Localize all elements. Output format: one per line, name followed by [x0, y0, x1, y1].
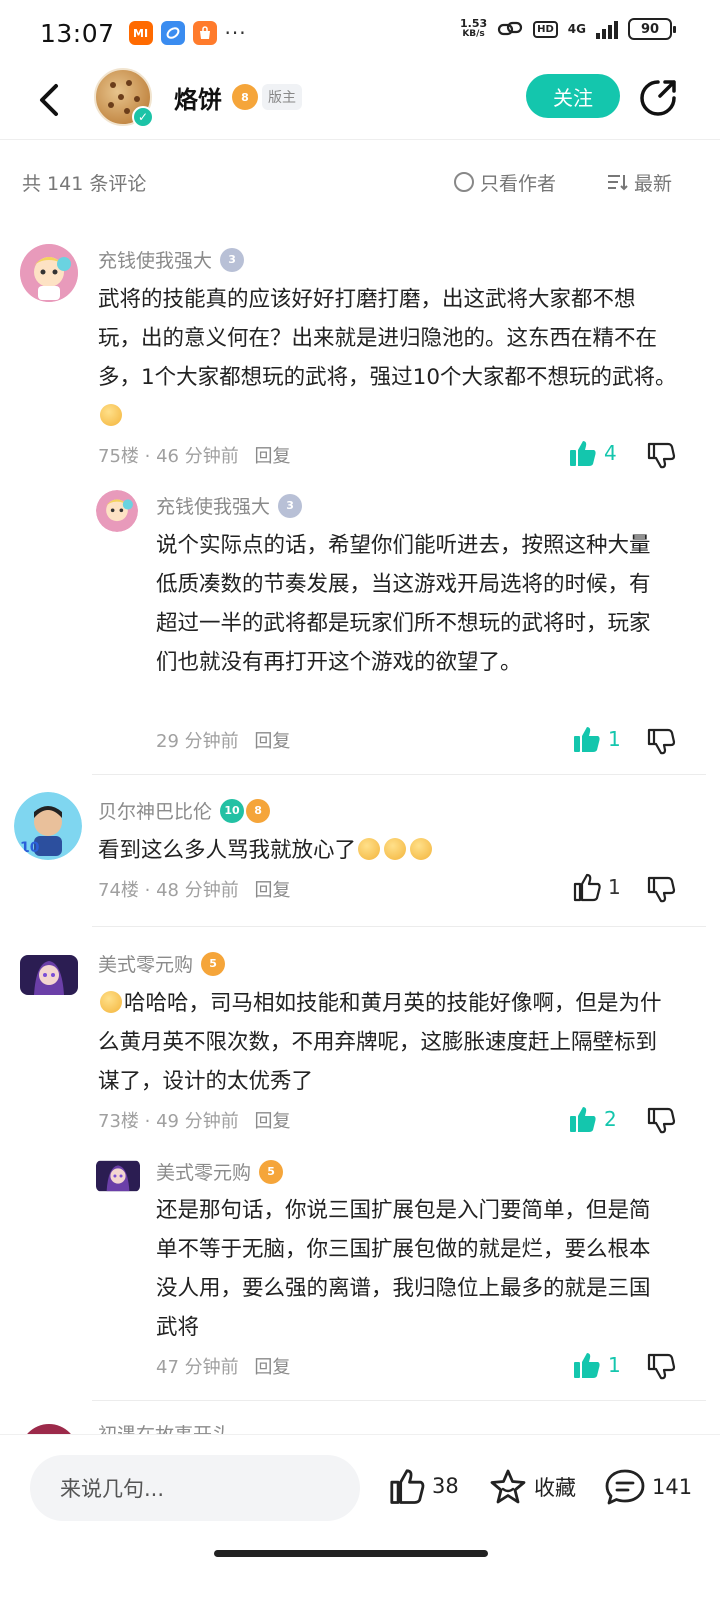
link-icon — [498, 21, 523, 36]
radio-icon — [454, 172, 474, 192]
like-button[interactable]: 1 — [572, 872, 621, 902]
share-icon[interactable] — [638, 78, 678, 118]
star-icon — [490, 1469, 526, 1504]
author-name[interactable]: 烙饼 — [174, 80, 222, 115]
comments-button[interactable]: 141 — [604, 1467, 692, 1507]
like-button[interactable]: 4 — [568, 438, 617, 468]
user-level-badge: 5 — [259, 1159, 284, 1184]
reply-button[interactable]: 回复 — [254, 731, 290, 752]
thumbs-up-icon — [573, 873, 601, 902]
thumbs-up-filled-icon — [570, 441, 596, 466]
post-like-button[interactable]: 38 — [388, 1467, 459, 1505]
user-level-badge: 5 — [201, 951, 226, 976]
user-avatar[interactable]: 10 — [14, 792, 82, 860]
reply-button[interactable]: 回复 — [254, 880, 290, 901]
thumbs-down-icon[interactable] — [646, 1351, 676, 1381]
emoji-icon — [100, 404, 122, 426]
author-avatar[interactable]: ✓ — [94, 68, 154, 128]
emoji-icon — [410, 838, 433, 860]
user-level-badge: 3 — [220, 247, 245, 272]
emoji-icon — [384, 838, 407, 860]
username[interactable]: 贝尔神巴比伦 — [98, 797, 212, 824]
follow-button[interactable]: 关注 — [526, 74, 620, 118]
only-author-toggle[interactable]: 只看作者 — [454, 169, 556, 196]
reply-button[interactable]: 回复 — [254, 1357, 290, 1378]
thumbs-down-icon[interactable] — [646, 874, 676, 904]
comment-sort-bar: 共 141 条评论 只看作者 最新 — [0, 160, 720, 204]
like-button[interactable]: 1 — [572, 724, 621, 754]
user-avatar[interactable] — [96, 490, 138, 532]
comment-meta: 73楼 · 49 分钟前 回复 — [98, 1111, 291, 1132]
comment-bubble-icon — [605, 1469, 645, 1505]
comment-meta: 29 分钟前 回复 — [156, 731, 291, 752]
thumbs-up-filled-icon — [574, 1353, 600, 1378]
reply-button[interactable]: 回复 — [254, 1111, 290, 1132]
user-badge-10: 10 — [220, 798, 245, 823]
user-avatar[interactable] — [20, 955, 78, 995]
comment-text[interactable]: 还是那句话，你说三国扩展包是入门要简单，但是简单不等于无脑，你三国扩展包做的就是… — [156, 1191, 670, 1347]
like-button[interactable]: 1 — [572, 1350, 621, 1380]
comment-count: 共 141 条评论 — [22, 172, 147, 195]
comment-input[interactable]: 来说几句... — [30, 1455, 360, 1521]
thumbs-down-icon[interactable] — [646, 440, 676, 470]
thumbs-up-icon — [390, 1469, 425, 1504]
comment-text[interactable]: 哈哈哈，司马相如技能和黄月英的技能好像啊，但是为什么黄月英不限次数，不用弃牌呢，… — [98, 984, 678, 1101]
favorite-button[interactable]: 收藏 — [488, 1467, 576, 1507]
username[interactable]: 充钱使我强大 — [156, 492, 270, 519]
shop-app-icon — [192, 21, 217, 45]
status-more-icon: ··· — [224, 21, 247, 45]
sort-newest-button[interactable]: 最新 — [606, 169, 672, 196]
comment-text[interactable]: 武将的技能真的应该好好打磨打磨，出这武将大家都不想玩，出的意义何在？出来就是进归… — [98, 280, 678, 436]
comment-meta: 75楼 · 46 分钟前 回复 — [98, 446, 291, 467]
mi-app-icon: MI — [128, 21, 153, 45]
home-indicator[interactable] — [214, 1550, 488, 1557]
user-avatar[interactable] — [96, 1160, 140, 1192]
status-app-icons: MI — [128, 21, 217, 45]
divider — [92, 1400, 706, 1401]
like-button[interactable]: 2 — [568, 1104, 617, 1134]
username[interactable]: 美式零元购 — [156, 1158, 251, 1185]
sort-icon — [608, 175, 628, 191]
divider — [92, 774, 706, 775]
svg-text:10: 10 — [20, 840, 40, 856]
post-header: ✓ 烙饼 8 版主 关注 — [0, 66, 720, 140]
author-level-badge: 8 — [232, 84, 258, 110]
bottom-action-bar: 来说几句... 38 收藏 141 — [0, 1434, 720, 1554]
comment-meta: 74楼 · 48 分钟前 回复 — [98, 880, 291, 901]
browser-app-icon — [160, 21, 185, 45]
emoji-icon — [358, 838, 381, 860]
status-bar: 13:07 MI ··· 1.53 KB/s HD 4G 90 — [0, 0, 720, 66]
battery-icon: 90 — [628, 18, 676, 40]
moderator-tag: 版主 — [262, 84, 302, 110]
status-time: 13:07 — [40, 18, 115, 48]
verified-badge-icon: ✓ — [132, 106, 154, 128]
thumbs-up-filled-icon — [574, 727, 600, 752]
reply-button[interactable]: 回复 — [254, 446, 290, 467]
thumbs-down-icon[interactable] — [646, 1105, 676, 1135]
divider — [92, 926, 706, 927]
signal-icon — [596, 19, 618, 39]
emoji-icon — [100, 991, 122, 1013]
comment-text[interactable]: 看到这么多人骂我就放心了 — [98, 831, 678, 870]
user-level-badge: 3 — [278, 493, 303, 518]
user-level-badge: 8 — [246, 798, 271, 823]
username[interactable]: 充钱使我强大 — [98, 246, 212, 273]
comment-meta: 47 分钟前 回复 — [156, 1357, 291, 1378]
thumbs-down-icon[interactable] — [646, 726, 676, 756]
status-indicators: 1.53 KB/s HD 4G 90 — [459, 17, 676, 40]
user-avatar[interactable] — [20, 244, 78, 302]
comment-text[interactable]: 说个实际点的话，希望你们能听进去，按照这种大量低质凑数的节奏发展，当这游戏开局选… — [156, 526, 670, 682]
back-arrow-icon[interactable] — [34, 80, 64, 120]
signal-type: 4G — [567, 22, 586, 36]
username[interactable]: 美式零元购 — [98, 950, 193, 977]
net-speed: 1.53 KB/s — [459, 17, 488, 39]
hd-icon: HD — [533, 20, 558, 38]
thumbs-up-filled-icon — [570, 1107, 596, 1132]
